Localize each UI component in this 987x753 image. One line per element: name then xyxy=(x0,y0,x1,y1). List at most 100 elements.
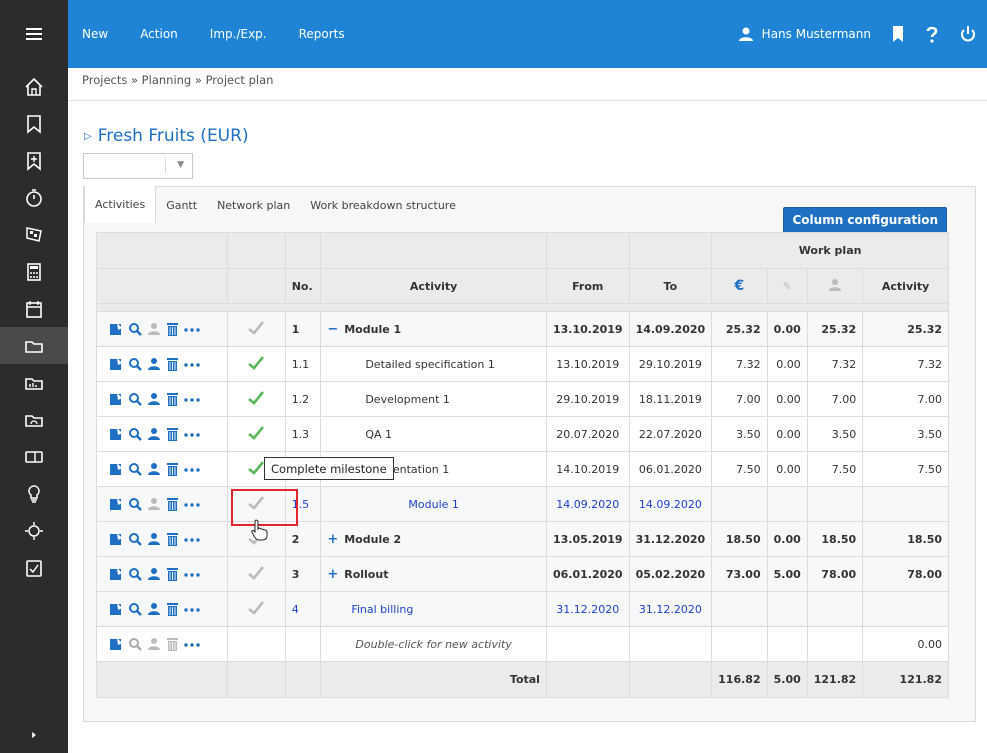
milestone-cell[interactable] xyxy=(226,591,286,627)
collapse-icon[interactable]: − xyxy=(327,322,338,337)
home-icon[interactable] xyxy=(0,68,68,105)
edit-icon[interactable] xyxy=(109,357,123,371)
table-row[interactable]: 1.2 Development 1 29.10.2019 18.11.2019 7.00… xyxy=(96,381,949,417)
search-icon[interactable] xyxy=(128,427,142,441)
tab-network-plan[interactable]: Network plan xyxy=(207,187,300,223)
milestone-check-icon[interactable] xyxy=(248,320,265,335)
person-icon[interactable] xyxy=(147,392,161,406)
person-icon[interactable] xyxy=(147,567,161,581)
edit-icon[interactable] xyxy=(109,427,123,441)
edit-icon[interactable] xyxy=(109,532,123,546)
menu-import-export[interactable]: Imp./Exp. xyxy=(210,27,267,41)
menu-reports[interactable]: Reports xyxy=(299,27,345,41)
milestone-check-icon[interactable] xyxy=(248,495,265,510)
user-menu[interactable]: Hans Mustermann xyxy=(738,26,871,42)
tab-work-breakdown-structure[interactable]: Work breakdown structure xyxy=(300,187,466,223)
milestone-cell[interactable] xyxy=(226,311,286,347)
table-row[interactable]: 1.3 QA 1 20.07.2020 22.07.2020 3.50 0.00 3.50 3… xyxy=(96,416,949,452)
edit-icon[interactable] xyxy=(109,322,123,336)
person-icon[interactable] xyxy=(147,322,161,336)
milestone-cell[interactable] xyxy=(226,381,286,417)
stopwatch-icon[interactable] xyxy=(0,179,68,216)
cell-activity[interactable]: Development 1 xyxy=(320,381,547,417)
table-row[interactable]: Double-click for new activity 0.00 xyxy=(96,626,949,662)
trash-icon[interactable] xyxy=(166,392,179,406)
cell-activity[interactable]: + Module 2 xyxy=(320,521,547,557)
person-icon[interactable] xyxy=(147,637,161,651)
cell-activity[interactable]: QA 1 xyxy=(320,416,547,452)
calculator-icon[interactable] xyxy=(0,253,68,290)
trash-icon[interactable] xyxy=(166,637,179,651)
cell-activity[interactable]: Double-click for new activity xyxy=(320,626,547,662)
column-configuration-button[interactable]: Column configuration xyxy=(783,207,947,233)
bookmark-plus-icon[interactable] xyxy=(0,142,68,179)
milestone-cell[interactable] xyxy=(226,626,286,662)
tab-gantt[interactable]: Gantt xyxy=(156,187,207,223)
euro-icon[interactable]: € xyxy=(711,268,768,304)
edit-icon[interactable] xyxy=(109,392,123,406)
menu-new[interactable]: New xyxy=(82,27,108,41)
expand-icon[interactable]: + xyxy=(327,567,338,582)
search-icon[interactable] xyxy=(128,637,142,651)
trash-icon[interactable] xyxy=(166,567,179,581)
trash-icon[interactable] xyxy=(166,602,179,616)
more-icon[interactable] xyxy=(184,641,200,647)
milestone-check-icon[interactable] xyxy=(248,565,265,580)
table-row[interactable]: 1− Module 1 13.10.2019 14.09.2020 25.32 0.00 2… xyxy=(96,311,949,347)
hamburger-menu-icon[interactable] xyxy=(0,0,68,68)
checklist-icon[interactable] xyxy=(0,549,68,586)
more-icon[interactable] xyxy=(184,361,200,367)
table-row[interactable]: 3 + Rollout 06.01.2020 05.02.2020 73.00 5.00 78… xyxy=(96,556,949,592)
person-icon[interactable] xyxy=(147,462,161,476)
milestone-cell[interactable] xyxy=(226,556,286,592)
bookmark-icon[interactable] xyxy=(0,105,68,142)
milestone-cell[interactable] xyxy=(226,346,286,382)
more-icon[interactable] xyxy=(184,431,200,437)
more-icon[interactable] xyxy=(184,571,200,577)
breadcrumb[interactable]: Projects » Planning » Project plan xyxy=(82,73,273,87)
cell-activity[interactable]: Module 1 xyxy=(320,486,547,522)
cell-activity[interactable]: Detailed specification 1 xyxy=(320,346,547,382)
project-title[interactable]: ▷ Fresh Fruits (EUR) xyxy=(84,126,249,146)
milestone-cell[interactable] xyxy=(226,486,286,522)
edit-icon[interactable] xyxy=(109,567,123,581)
search-icon[interactable] xyxy=(128,462,142,476)
milestone-complete-icon[interactable] xyxy=(248,425,265,440)
cell-activity[interactable]: − Module 1 xyxy=(320,311,547,347)
more-icon[interactable] xyxy=(184,536,200,542)
table-row[interactable]: 1.1 Detailed specification 1 13.10.2019 29.… xyxy=(96,346,949,382)
edit-icon[interactable] xyxy=(109,602,123,616)
calendar-icon[interactable] xyxy=(0,290,68,327)
trash-icon[interactable] xyxy=(166,497,179,511)
search-icon[interactable] xyxy=(128,602,142,616)
view-selector-dropdown[interactable]: ▼ xyxy=(83,153,193,179)
help-icon[interactable] xyxy=(925,25,939,43)
person-icon[interactable] xyxy=(147,532,161,546)
folder-chart-icon[interactable] xyxy=(0,364,68,401)
trash-icon[interactable] xyxy=(166,532,179,546)
cell-activity[interactable]: + Rollout xyxy=(320,556,547,592)
search-icon[interactable] xyxy=(128,392,142,406)
search-icon[interactable] xyxy=(128,357,142,371)
folder-gauge-icon[interactable] xyxy=(0,401,68,438)
more-icon[interactable] xyxy=(184,396,200,402)
expand-sidebar-icon[interactable] xyxy=(0,717,68,753)
search-icon[interactable] xyxy=(128,567,142,581)
header-no[interactable]: No. xyxy=(284,268,322,304)
person-icon[interactable] xyxy=(147,497,161,511)
edit-icon[interactable] xyxy=(109,497,123,511)
trash-icon[interactable] xyxy=(166,462,179,476)
more-icon[interactable] xyxy=(184,501,200,507)
folder-icon[interactable] xyxy=(0,327,68,364)
trash-icon[interactable] xyxy=(166,322,179,336)
person-icon[interactable] xyxy=(147,602,161,616)
milestone-check-icon[interactable] xyxy=(248,600,265,615)
search-icon[interactable] xyxy=(128,497,142,511)
edit-icon[interactable] xyxy=(109,462,123,476)
more-icon[interactable] xyxy=(184,466,200,472)
menu-action[interactable]: Action xyxy=(140,27,178,41)
trash-icon[interactable] xyxy=(166,427,179,441)
board-icon[interactable] xyxy=(0,438,68,475)
person-icon[interactable] xyxy=(147,357,161,371)
checkered-flag-icon[interactable] xyxy=(0,216,68,253)
